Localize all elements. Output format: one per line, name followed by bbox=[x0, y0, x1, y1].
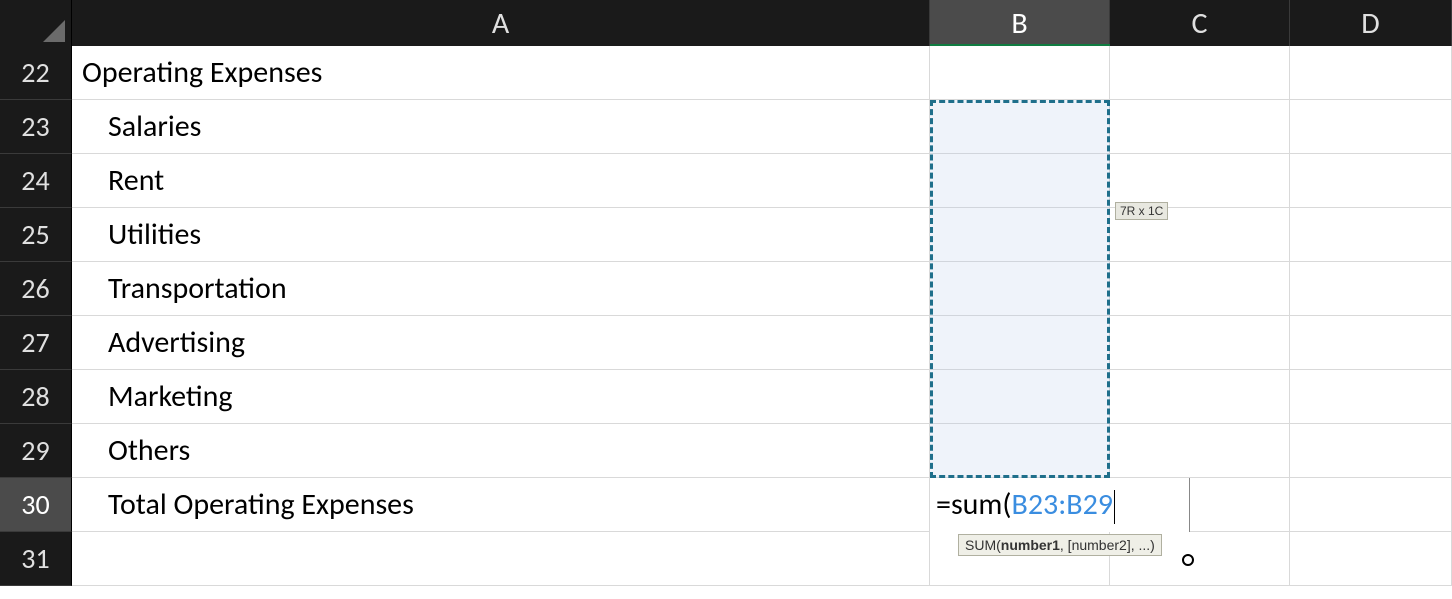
cell-C26[interactable] bbox=[1110, 262, 1290, 316]
cell-A29[interactable]: Others bbox=[72, 424, 930, 478]
table-row: 26 Transportation bbox=[0, 262, 1452, 316]
table-row: 23 Salaries bbox=[0, 100, 1452, 154]
cell-D31[interactable] bbox=[1290, 532, 1452, 586]
table-row: 22 Operating Expenses bbox=[0, 46, 1452, 100]
column-header-B[interactable]: B bbox=[930, 0, 1110, 46]
cell-B31[interactable] bbox=[930, 532, 1110, 586]
cell-B22[interactable] bbox=[930, 46, 1110, 100]
row-header-22[interactable]: 22 bbox=[0, 46, 72, 100]
row-header-23[interactable]: 23 bbox=[0, 100, 72, 154]
cell-A31[interactable] bbox=[72, 532, 930, 586]
table-row: 27 Advertising bbox=[0, 316, 1452, 370]
cell-C24[interactable] bbox=[1110, 154, 1290, 208]
column-header-D[interactable]: D bbox=[1290, 0, 1452, 46]
cell-A27[interactable]: Advertising bbox=[72, 316, 930, 370]
active-column-indicator bbox=[930, 44, 1110, 46]
cell-C29[interactable] bbox=[1110, 424, 1290, 478]
cell-C28[interactable] bbox=[1110, 370, 1290, 424]
table-row: 28 Marketing bbox=[0, 370, 1452, 424]
cell-D25[interactable] bbox=[1290, 208, 1452, 262]
cell-C31[interactable] bbox=[1110, 532, 1290, 586]
row-header-31[interactable]: 31 bbox=[0, 532, 72, 586]
cell-B30[interactable] bbox=[930, 478, 1110, 532]
cell-D29[interactable] bbox=[1290, 424, 1452, 478]
spreadsheet-grid[interactable]: A B C D 22 Operating Expenses 23 Salarie… bbox=[0, 0, 1452, 599]
cell-C25[interactable] bbox=[1110, 208, 1290, 262]
cell-A26[interactable]: Transportation bbox=[72, 262, 930, 316]
cell-B29[interactable] bbox=[930, 424, 1110, 478]
cell-A24[interactable]: Rent bbox=[72, 154, 930, 208]
cell-B27[interactable] bbox=[930, 316, 1110, 370]
cell-D23[interactable] bbox=[1290, 100, 1452, 154]
row-header-30[interactable]: 30 bbox=[0, 478, 72, 532]
cell-D30[interactable] bbox=[1290, 478, 1452, 532]
select-all-triangle-icon bbox=[43, 20, 65, 42]
cell-D28[interactable] bbox=[1290, 370, 1452, 424]
cell-C30[interactable] bbox=[1110, 478, 1290, 532]
cell-A23[interactable]: Salaries bbox=[72, 100, 930, 154]
column-header-row: A B C D bbox=[0, 0, 1452, 46]
row-header-26[interactable]: 26 bbox=[0, 262, 72, 316]
cell-A25[interactable]: Utilities bbox=[72, 208, 930, 262]
cell-B25[interactable] bbox=[930, 208, 1110, 262]
cell-A28[interactable]: Marketing bbox=[72, 370, 930, 424]
table-row: 30 Total Operating Expenses bbox=[0, 478, 1452, 532]
cell-A22[interactable]: Operating Expenses bbox=[72, 46, 930, 100]
cell-B26[interactable] bbox=[930, 262, 1110, 316]
cell-B23[interactable] bbox=[930, 100, 1110, 154]
row-header-24[interactable]: 24 bbox=[0, 154, 72, 208]
cell-C27[interactable] bbox=[1110, 316, 1290, 370]
cell-D26[interactable] bbox=[1290, 262, 1452, 316]
row-header-28[interactable]: 28 bbox=[0, 370, 72, 424]
cell-C22[interactable] bbox=[1110, 46, 1290, 100]
table-row: 29 Others bbox=[0, 424, 1452, 478]
select-all-corner[interactable] bbox=[0, 0, 72, 46]
table-row: 25 Utilities bbox=[0, 208, 1452, 262]
cell-D22[interactable] bbox=[1290, 46, 1452, 100]
cell-B24[interactable] bbox=[930, 154, 1110, 208]
cell-B28[interactable] bbox=[930, 370, 1110, 424]
cell-D24[interactable] bbox=[1290, 154, 1452, 208]
column-header-C[interactable]: C bbox=[1110, 0, 1290, 46]
cell-C23[interactable] bbox=[1110, 100, 1290, 154]
column-header-A[interactable]: A bbox=[72, 0, 930, 46]
table-row: 31 bbox=[0, 532, 1452, 586]
row-header-29[interactable]: 29 bbox=[0, 424, 72, 478]
row-header-25[interactable]: 25 bbox=[0, 208, 72, 262]
table-row: 24 Rent bbox=[0, 154, 1452, 208]
cell-A30[interactable]: Total Operating Expenses bbox=[72, 478, 930, 532]
cell-D27[interactable] bbox=[1290, 316, 1452, 370]
row-header-27[interactable]: 27 bbox=[0, 316, 72, 370]
